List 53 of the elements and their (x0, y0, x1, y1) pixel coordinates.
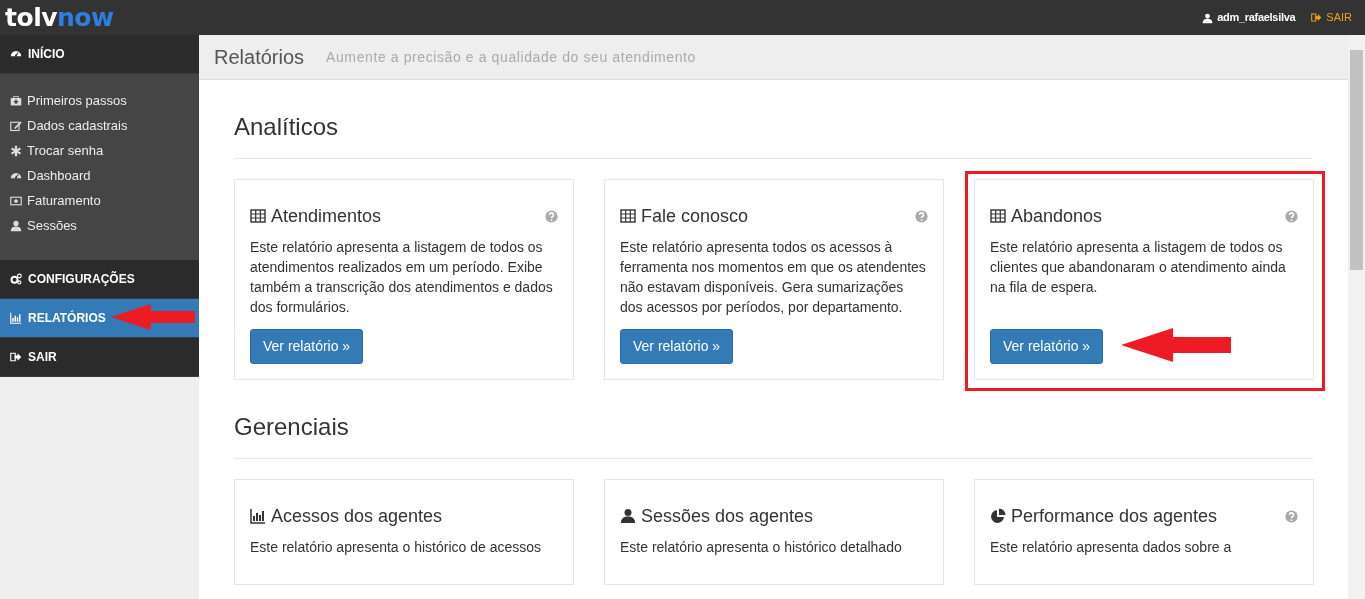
edit-icon (10, 119, 22, 132)
table-icon (250, 208, 266, 225)
user-icon (1202, 12, 1214, 24)
sign-out-icon (10, 351, 22, 363)
sidebar-item[interactable]: Sessões (0, 213, 199, 238)
sign-out-icon (1311, 12, 1323, 23)
brand-logo[interactable]: tolvnow (5, 5, 114, 30)
sidebar-section[interactable]: RELATÓRIOS (0, 299, 199, 338)
sidebar-item[interactable]: Trocar senha (0, 138, 199, 163)
section-heading: Analíticos (234, 113, 1313, 159)
sidebar-section[interactable]: SAIR (0, 338, 199, 377)
section-heading: Gerenciais (234, 412, 1313, 459)
card-description: Este relatório apresenta dados sobre a (990, 537, 1233, 557)
sidebar-item[interactable]: Dashboard (0, 163, 199, 188)
help-icon[interactable] (915, 209, 928, 223)
card-title: Fale conosco (641, 204, 749, 228)
page-title: Relatórios (214, 45, 305, 70)
first-aid-kit-icon (10, 94, 22, 107)
view-report-button[interactable]: Ver relatório » (990, 328, 1104, 364)
card-description: Este relatório apresenta todos os acessos à ferramenta nos momentos em que os atendentes não estavam disponíveis. Gera sumarizações dos acessos por períodos, por departamento. (620, 237, 927, 317)
card-title: Abandonos (1011, 204, 1103, 228)
sidebar-section[interactable]: INÍCIO (0, 35, 199, 74)
bar-chart-icon (10, 312, 22, 324)
table-icon (990, 208, 1006, 225)
help-icon[interactable] (545, 209, 558, 223)
pie-chart-icon (990, 508, 1006, 525)
card-title: Atendimentos (271, 204, 382, 228)
sidebar-section[interactable]: CONFIGURAÇÕES (0, 260, 199, 299)
table-icon (620, 208, 636, 225)
user-icon (10, 219, 22, 232)
card-description: Este relatório apresenta o histórico detalhado (620, 537, 903, 557)
help-icon[interactable] (1285, 209, 1298, 223)
help-icon[interactable] (1285, 509, 1298, 523)
card-description: Este relatório apresenta a listagem de todos os atendimentos realizados em um período. Exibe também a transcrição dos atendimentos e dados dos formulários. (250, 237, 554, 317)
card-title: Performance dos agentes (1011, 504, 1218, 528)
sidebar-item[interactable]: Faturamento (0, 188, 199, 213)
page-subtitle: Aumente a precisão e a qualidade do seu atendimento (326, 47, 696, 67)
logout-link[interactable]: SAIR (1311, 9, 1352, 26)
view-report-button[interactable]: Ver relatório » (620, 328, 734, 364)
sidebar-item[interactable]: Primeiros passos (0, 88, 199, 113)
card-description: Este relatório apresenta o histórico de acessos (250, 537, 543, 557)
card-title: Sessões dos agentes (641, 504, 814, 528)
asterisk-icon (10, 144, 22, 157)
card-title: Acessos dos agentes (271, 504, 443, 528)
view-report-button[interactable]: Ver relatório » (250, 328, 364, 364)
bar-chart-icon (250, 508, 266, 525)
user-icon (620, 508, 636, 525)
card-description: Este relatório apresenta a listagem de todos os clientes que abandonaram o atendimento ainda na fila de espera. (990, 237, 1287, 297)
scrollbar[interactable] (1348, 35, 1365, 599)
username: adm_rafaelsilva (1217, 10, 1296, 26)
sidebar-item[interactable]: Dados cadastrais (0, 113, 199, 138)
banknote-icon (10, 194, 22, 207)
gears-icon (10, 273, 22, 285)
